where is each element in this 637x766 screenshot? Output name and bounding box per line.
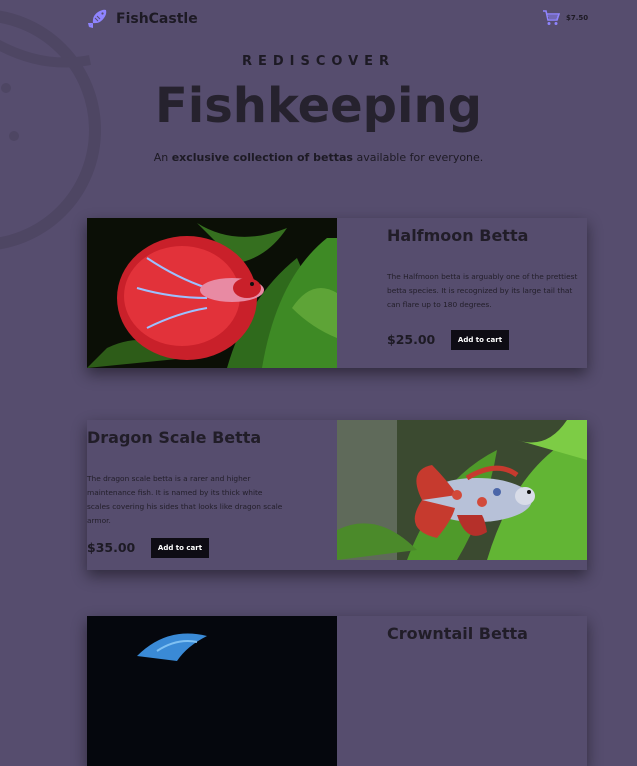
product-name-halfmoon: Halfmoon Betta (387, 226, 529, 245)
hero-subtitle: An exclusive collection of bettas availa… (0, 151, 637, 164)
product-name-dragon-scale: Dragon Scale Betta (87, 428, 262, 447)
product-description-halfmoon: The Halfmoon betta is arguably one of th… (387, 272, 578, 309)
product-card-dragon-scale: Dragon Scale Betta The dragon scale bett… (87, 420, 587, 570)
brand-logo[interactable]: FishCastle (86, 8, 198, 30)
fish-icon (86, 8, 108, 30)
add-to-cart-button-halfmoon[interactable]: Add to cart (451, 330, 509, 350)
product-card-halfmoon: Halfmoon Betta The Halfmoon betta is arg… (87, 218, 587, 368)
cart-total: $7.50 (566, 14, 589, 22)
product-image-halfmoon (87, 218, 337, 368)
product-price-halfmoon: $25.00 (387, 332, 436, 347)
product-description-dragon-scale: The dragon scale betta is a rarer and hi… (87, 474, 283, 525)
hero-subtitle-suffix: available for everyone. (352, 151, 484, 164)
product-price-dragon-scale: $35.00 (87, 540, 136, 555)
product-image-crowntail (87, 616, 337, 766)
navbar: FishCastle $7.50 (0, 0, 637, 36)
hero-title: Fishkeeping (154, 78, 483, 134)
cart-button[interactable]: $7.50 (542, 10, 588, 26)
hero-subtitle-bold: exclusive collection of bettas (171, 151, 353, 164)
product-card-crowntail: Crowntail Betta (87, 616, 587, 766)
product-image-dragon-scale (337, 420, 587, 560)
hero-subtitle-prefix: An (153, 151, 172, 164)
brand-name: FishCastle (116, 11, 198, 27)
hero-kicker: REDISCOVER (241, 54, 396, 69)
product-name-crowntail: Crowntail Betta (387, 624, 528, 643)
shopping-cart-icon (542, 10, 561, 26)
add-to-cart-button-dragon-scale[interactable]: Add to cart (151, 538, 209, 558)
